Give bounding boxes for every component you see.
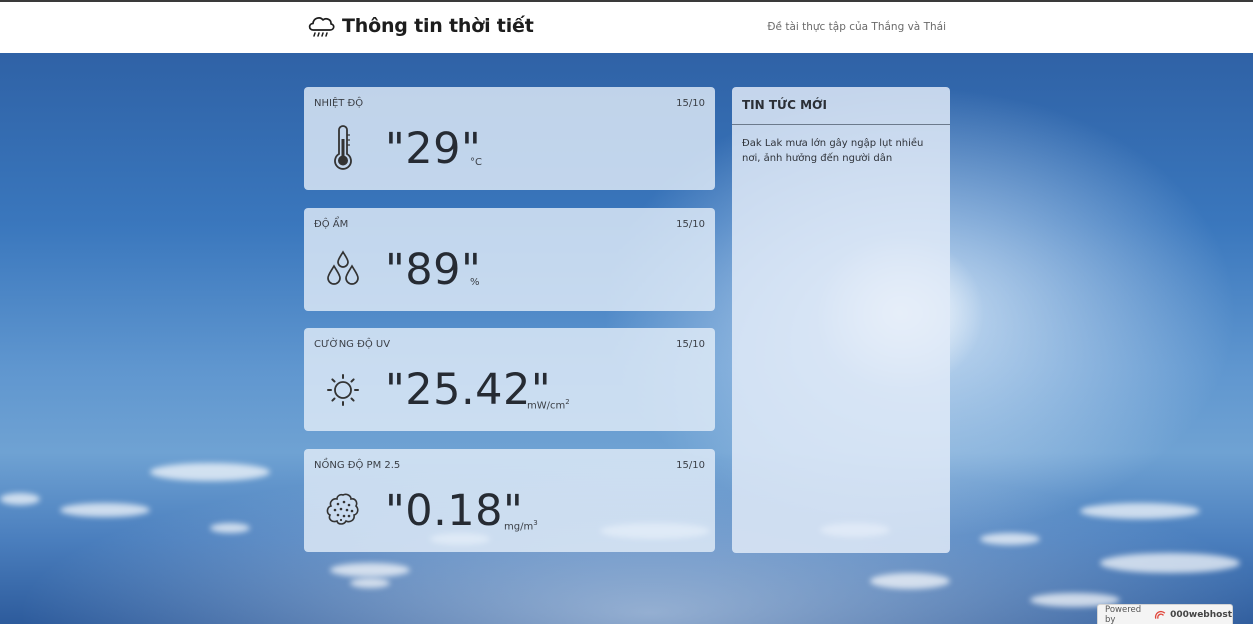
site-header: Thông tin thời tiết Đề tài thực tập của … <box>0 2 1253 53</box>
sun-icon <box>327 374 359 406</box>
pm25-unit: mg/m3 <box>504 519 538 533</box>
powered-by-brand: 000webhost <box>1170 609 1232 620</box>
pm25-value: "0.18" <box>385 486 524 536</box>
thermometer-icon <box>334 125 352 170</box>
news-title: TIN TỨC MỚI <box>742 98 827 112</box>
temperature-value: "29" <box>385 124 482 174</box>
card-label: CƯỜNG ĐỘ UV <box>314 339 391 350</box>
card-date: 15/10 <box>676 339 705 350</box>
card-date: 15/10 <box>676 98 705 109</box>
dust-particles-icon <box>326 493 359 525</box>
powered-by-label: Powered by <box>1105 604 1142 625</box>
card-date: 15/10 <box>676 460 705 471</box>
temperature-card: NHIỆT ĐỘ 15/10 "29" °C <box>304 87 715 190</box>
temperature-unit: °C <box>470 157 482 168</box>
site-title: Thông tin thời tiết <box>342 15 534 37</box>
uv-unit: mW/cm2 <box>527 398 570 412</box>
humidity-unit: % <box>470 277 480 288</box>
webhost-logo-icon <box>1155 610 1166 619</box>
powered-by-badge[interactable]: Powered by 000webhost <box>1097 604 1233 625</box>
humidity-card: ĐỘ ẨM 15/10 "89" % <box>304 208 715 311</box>
card-date: 15/10 <box>676 219 705 230</box>
rain-cloud-icon <box>308 17 335 37</box>
header-subtitle: Đề tài thực tập của Thắng và Thái <box>767 21 946 33</box>
card-label: ĐỘ ẨM <box>314 219 349 230</box>
brand[interactable]: Thông tin thời tiết <box>306 13 534 39</box>
humidity-drops-icon <box>327 250 359 285</box>
divider <box>732 124 950 125</box>
news-panel: TIN TỨC MỚI Đak Lak mưa lớn gây ngập lụt… <box>732 87 950 553</box>
uv-card: CƯỜNG ĐỘ UV 15/10 "25.42" mW/cm2 <box>304 328 715 431</box>
news-item-link[interactable]: Đak Lak mưa lớn gây ngập lụt nhiều nơi, … <box>742 136 937 166</box>
pm25-card: NỒNG ĐỘ PM 2.5 15/10 "0.18" mg/m3 <box>304 449 715 552</box>
card-label: NỒNG ĐỘ PM 2.5 <box>314 460 401 471</box>
card-label: NHIỆT ĐỘ <box>314 98 364 109</box>
humidity-value: "89" <box>385 245 482 295</box>
